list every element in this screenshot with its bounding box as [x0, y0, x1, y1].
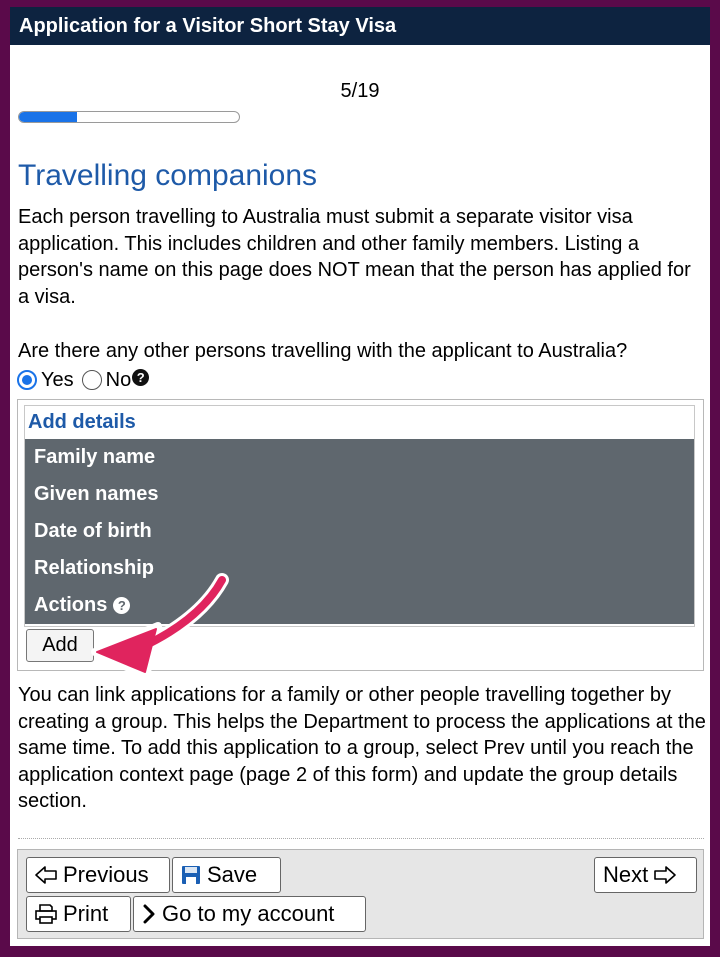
navigation-bar: Previous Save Next Print Go to my accoun…	[17, 849, 704, 939]
companions-question: Are there any other persons travelling w…	[18, 340, 628, 362]
radio-yes-label[interactable]: Yes	[41, 369, 74, 392]
section-intro: Each person travelling to Australia must…	[18, 206, 691, 308]
radio-no[interactable]	[81, 370, 102, 390]
column-date-of-birth: Date of birth	[25, 513, 694, 550]
save-button[interactable]: Save	[172, 857, 281, 893]
column-actions: Actions?	[25, 587, 694, 624]
companions-table: Add details Family name Given names Date…	[24, 405, 695, 627]
page-counter: 5/19	[340, 80, 380, 102]
app-frame: Application for a Visitor Short Stay Vis…	[10, 7, 710, 946]
companions-radio-group: Yes No ?	[17, 367, 150, 393]
add-details-panel: Add details Family name Given names Date…	[17, 399, 704, 671]
column-family-name-label: Family name	[34, 446, 156, 468]
print-button[interactable]: Print	[26, 896, 131, 932]
radio-yes[interactable]	[17, 370, 37, 390]
column-family-name: Family name	[25, 439, 694, 476]
column-actions-label: Actions	[34, 594, 108, 616]
question-help-icon[interactable]: ?	[132, 368, 150, 386]
save-label: Save	[207, 862, 258, 887]
group-info-text: You can link applications for a family o…	[18, 684, 706, 812]
add-companion-button[interactable]: Add	[26, 629, 94, 662]
arrow-right-icon	[654, 866, 677, 884]
next-button[interactable]: Next	[594, 857, 697, 893]
section-heading: Travelling companions	[18, 159, 318, 192]
chevron-right-icon	[142, 904, 156, 924]
previous-button[interactable]: Previous	[26, 857, 170, 893]
progress-bar-fill	[19, 112, 77, 122]
column-date-of-birth-label: Date of birth	[34, 520, 152, 542]
separator	[18, 838, 704, 839]
actions-help-icon[interactable]: ?	[113, 597, 131, 615]
window-title: Application for a Visitor Short Stay Vis…	[10, 7, 710, 45]
column-given-names: Given names	[25, 476, 694, 513]
radio-no-label[interactable]: No	[106, 369, 132, 392]
arrow-left-icon	[35, 866, 57, 884]
next-label: Next	[603, 862, 649, 887]
save-icon	[181, 865, 201, 885]
column-relationship: Relationship	[25, 550, 694, 587]
print-label: Print	[63, 901, 109, 926]
progress-bar	[18, 111, 240, 123]
go-to-account-button[interactable]: Go to my account	[133, 896, 366, 932]
add-details-title: Add details	[28, 411, 136, 433]
column-relationship-label: Relationship	[34, 557, 155, 579]
previous-label: Previous	[63, 862, 149, 887]
account-label: Go to my account	[162, 901, 335, 926]
column-given-names-label: Given names	[34, 483, 159, 505]
print-icon	[35, 904, 57, 924]
